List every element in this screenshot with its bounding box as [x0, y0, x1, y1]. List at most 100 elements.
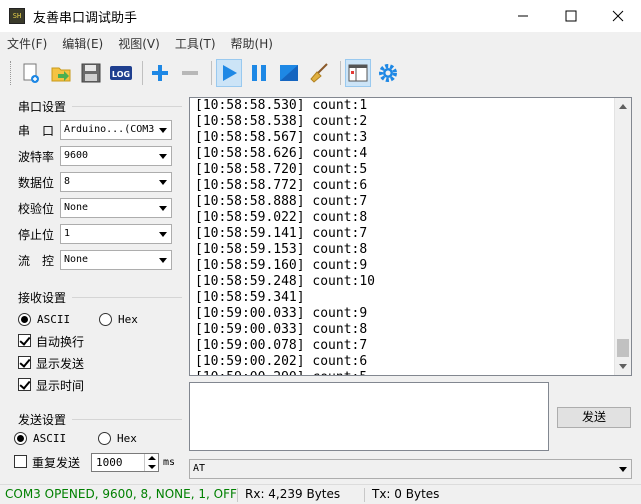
show-send-label: 显示发送 — [36, 357, 85, 371]
stop-button[interactable] — [276, 59, 302, 87]
repeat-send-label: 重复发送 — [32, 456, 81, 470]
log-icon-label: LOG — [112, 70, 130, 79]
open-folder-icon — [51, 67, 71, 82]
clear-button[interactable] — [306, 59, 332, 87]
receive-hex-label: Hex — [118, 313, 138, 326]
start-button[interactable] — [216, 59, 242, 87]
minimize-icon — [518, 15, 528, 17]
remove-button[interactable] — [177, 59, 203, 87]
repeat-interval-value: 1000 — [96, 456, 123, 469]
play-icon — [223, 65, 237, 81]
menu-help[interactable]: 帮助(H) — [224, 35, 281, 52]
command-combo[interactable]: AT — [189, 459, 632, 479]
send-input[interactable] — [189, 382, 549, 451]
log-line: [10:59:00.290] count:5 — [195, 370, 375, 375]
receive-log[interactable]: [10:58:58.530] count:1 [10:58:58.538] cou… — [189, 97, 632, 376]
stop-icon — [280, 65, 298, 81]
toolbar-separator — [340, 61, 341, 85]
chevron-down-icon — [159, 206, 167, 211]
baud-label: 波特率 — [18, 149, 55, 164]
databits-select[interactable]: 8 — [60, 172, 172, 192]
chevron-down-icon — [159, 232, 167, 237]
toolbar: LOG — [0, 56, 641, 90]
window-title: 友善串口调试助手 — [33, 10, 138, 26]
save-button[interactable] — [78, 59, 104, 87]
stopbits-label: 停止位 — [18, 227, 55, 242]
log-button[interactable]: LOG — [108, 59, 134, 87]
receive-ascii-label: ASCII — [37, 313, 71, 326]
flow-select[interactable]: None — [60, 250, 172, 270]
scroll-thumb[interactable] — [617, 339, 629, 357]
new-document-icon — [23, 63, 39, 83]
log-line: [10:59:00.033] count:9 — [195, 306, 368, 321]
log-line: [10:58:58.720] count:5 — [195, 162, 368, 177]
log-line: [10:58:58.538] count:2 — [195, 114, 368, 129]
send-hex-radio[interactable] — [98, 432, 111, 445]
close-button[interactable] — [595, 0, 641, 32]
pause-icon — [252, 65, 266, 81]
log-line: [10:59:00.202] count:6 — [195, 354, 368, 369]
log-scrollbar[interactable] — [614, 98, 631, 375]
auto-wrap-checkbox[interactable] — [18, 334, 31, 347]
add-button[interactable] — [147, 59, 173, 87]
chevron-down-icon — [159, 180, 167, 185]
parity-label: 校验位 — [18, 201, 55, 216]
pause-button[interactable] — [246, 59, 272, 87]
log-line: [10:58:59.160] count:9 — [195, 258, 368, 273]
status-bar: COM3 OPENED, 9600, 8, NONE, 1, OFF Rx: 4… — [0, 484, 641, 504]
chevron-down-icon — [159, 258, 167, 263]
auto-wrap-label: 自动换行 — [36, 335, 85, 349]
show-send-checkbox[interactable] — [18, 356, 31, 369]
menu-edit[interactable]: 编辑(E) — [55, 35, 111, 52]
port-row: 串 口 — [18, 120, 62, 140]
flow-row: 流 控 — [18, 250, 62, 270]
stepper-up-icon[interactable] — [148, 456, 156, 460]
log-line: [10:58:59.022] count:8 — [195, 210, 368, 225]
send-ascii-radio[interactable] — [14, 432, 27, 445]
send-ascii-label: ASCII — [33, 432, 67, 445]
layout-button[interactable] — [345, 59, 371, 87]
broom-icon — [310, 63, 328, 83]
scroll-up-icon[interactable] — [619, 104, 627, 109]
log-line: [10:58:59.248] count:10 — [195, 274, 376, 289]
databits-row: 数据位 — [18, 172, 62, 192]
log-line: [10:58:58.626] count:4 — [195, 146, 368, 161]
toolbar-separator — [211, 61, 212, 85]
stepper-down-icon[interactable] — [148, 465, 156, 469]
parity-select[interactable]: None — [60, 198, 172, 218]
minimize-button[interactable] — [500, 0, 546, 32]
log-line: [10:58:59.141] count:7 — [195, 226, 368, 241]
receive-ascii-radio[interactable] — [18, 313, 31, 326]
new-session-button[interactable] — [18, 59, 44, 87]
send-button[interactable]: 发送 — [557, 407, 631, 428]
chevron-down-icon — [619, 467, 627, 472]
menu-bar: 文件(F) 编辑(E) 视图(V) 工具(T) 帮助(H) — [0, 32, 641, 54]
show-time-label: 显示时间 — [36, 379, 85, 393]
stopbits-select[interactable]: 1 — [60, 224, 172, 244]
receive-hex-radio[interactable] — [99, 313, 112, 326]
baud-row: 波特率 — [18, 146, 62, 166]
settings-button[interactable] — [375, 59, 401, 87]
chevron-down-icon — [159, 128, 167, 133]
log-line: [10:58:58.567] count:3 — [195, 130, 368, 145]
tx-counter: Tx: 0 Bytes — [372, 487, 440, 501]
open-button[interactable] — [48, 59, 74, 87]
log-line: [10:59:00.078] count:7 — [195, 338, 368, 353]
show-time-checkbox[interactable] — [18, 378, 31, 391]
port-select[interactable]: Arduino...(COM3 — [60, 120, 172, 140]
menu-file[interactable]: 文件(F) — [0, 35, 55, 52]
menu-tools[interactable]: 工具(T) — [168, 35, 224, 52]
menu-view[interactable]: 视图(V) — [111, 35, 168, 52]
log-line: [10:58:58.530] count:1 — [195, 98, 368, 113]
maximize-icon — [565, 10, 577, 22]
send-hex-label: Hex — [117, 432, 137, 445]
repeat-interval-stepper[interactable]: 1000 — [91, 453, 159, 472]
app-icon: SH — [9, 8, 25, 24]
interval-unit: ms — [163, 457, 176, 468]
maximize-button[interactable] — [548, 0, 594, 32]
scroll-down-icon[interactable] — [619, 364, 627, 369]
repeat-send-checkbox[interactable] — [14, 455, 27, 468]
baud-select[interactable]: 9600 — [60, 146, 172, 166]
log-line: [10:58:58.772] count:6 — [195, 178, 368, 193]
window-layout-icon — [348, 64, 368, 82]
